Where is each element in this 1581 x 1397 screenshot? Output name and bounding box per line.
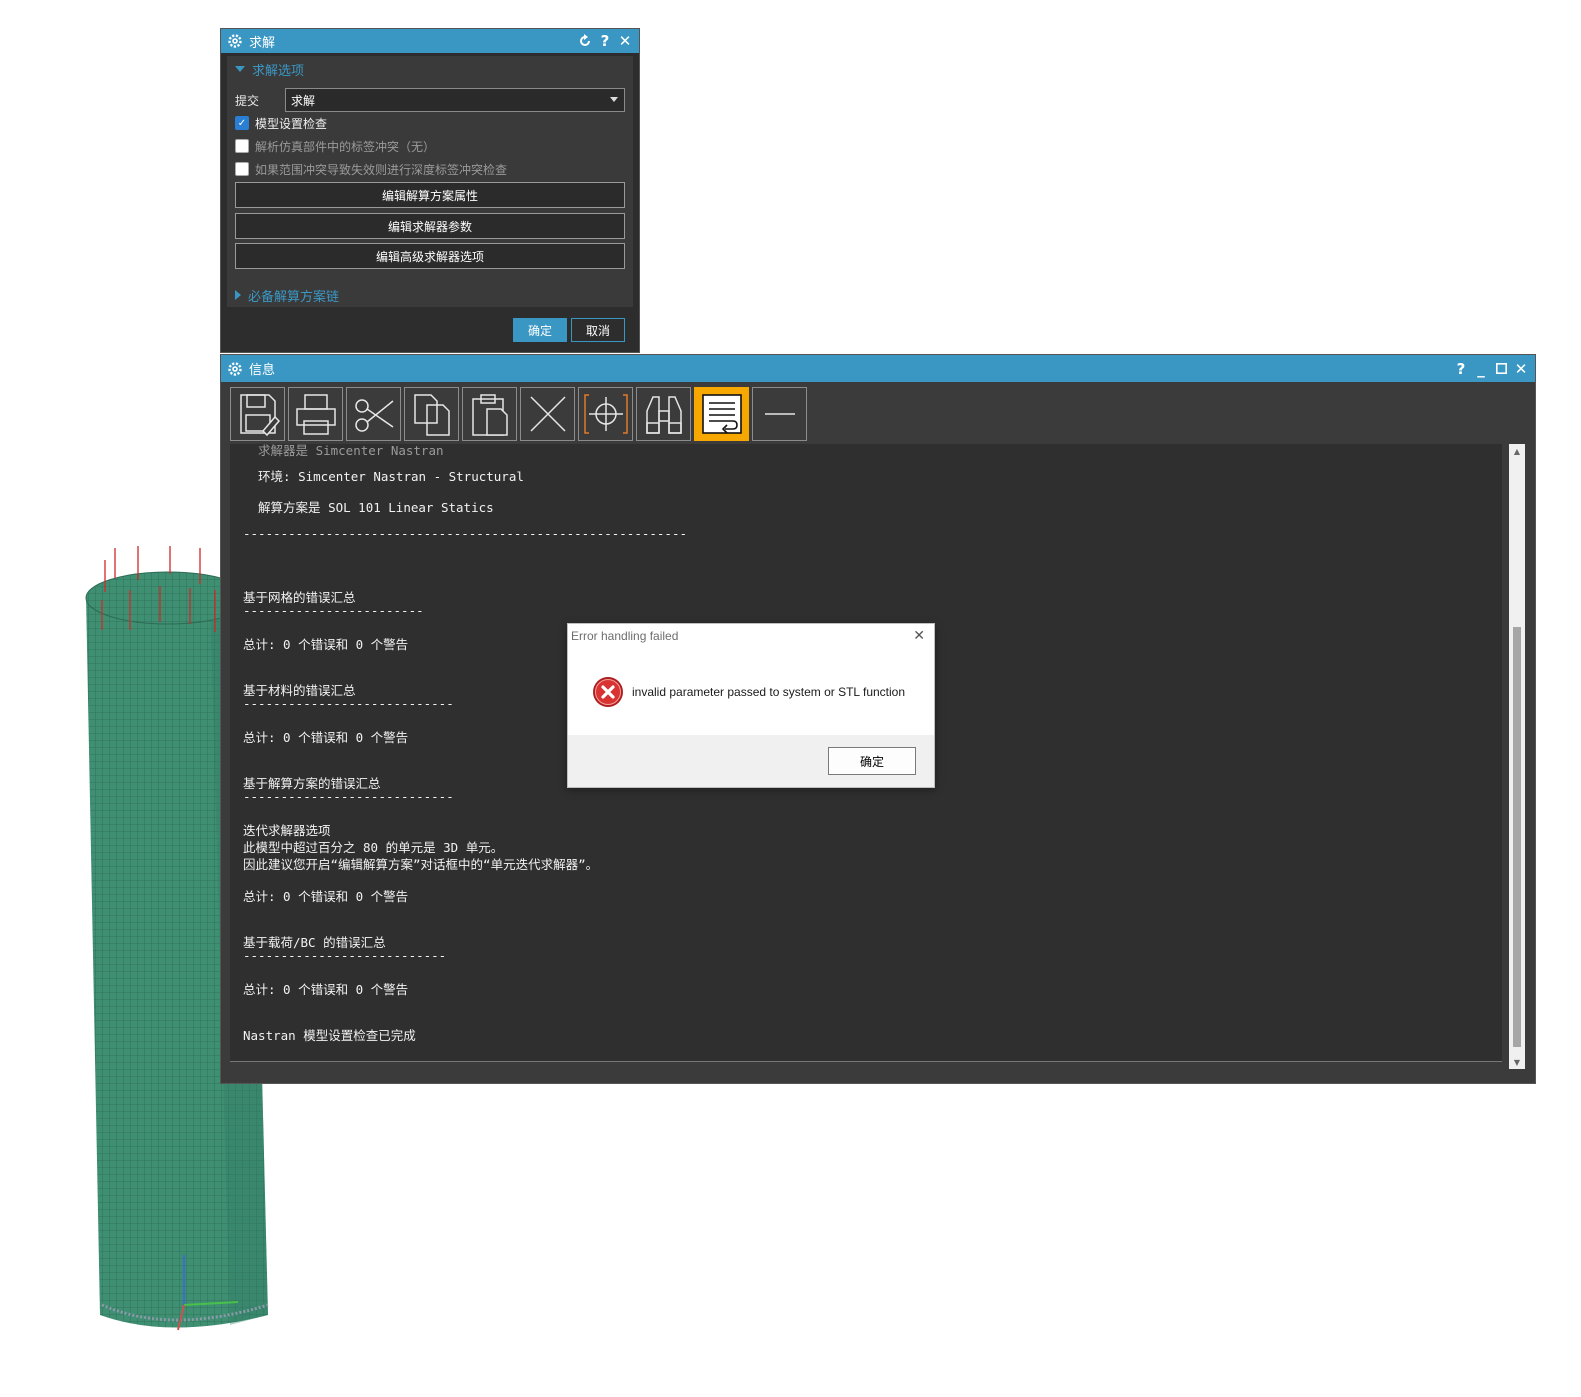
scroll-thumb[interactable]: [1513, 627, 1521, 1047]
solve-dialog-titlebar[interactable]: 求解 ? ✕: [221, 29, 639, 53]
section-header[interactable]: 求解选项: [227, 56, 633, 82]
window-title: 信息: [249, 363, 276, 378]
close-icon[interactable]: ✕: [1511, 359, 1531, 379]
error-dialog: Error handling failed ✕ invalid paramete…: [567, 623, 935, 788]
submit-select[interactable]: 求解: [285, 88, 625, 112]
info-toolbar: [230, 387, 810, 443]
dialog-title: 求解: [249, 35, 276, 51]
info-line: 环境: Simcenter Nastran - Structural: [243, 469, 524, 484]
submit-label: 提交: [235, 93, 260, 108]
info-line: ----------------------------: [243, 696, 454, 711]
submit-value: 求解: [291, 93, 316, 108]
edit-solver-parameters-button[interactable]: 编辑求解器参数: [235, 213, 625, 239]
info-line: ------------------------: [243, 603, 424, 618]
minimize-icon[interactable]: _: [1471, 359, 1491, 379]
help-icon[interactable]: ?: [1451, 359, 1471, 379]
info-line: 总计: 0 个错误和 0 个警告: [243, 730, 409, 745]
solve-dialog: 求解 ? ✕ 求解选项 提交 求解 ✓ 模型设置检查 解析仿真部件中的标签冲突（…: [220, 28, 640, 353]
gear-icon: [228, 34, 242, 48]
expand-arrow-icon: [235, 290, 241, 300]
edit-advanced-solver-options-button[interactable]: 编辑高级求解器选项: [235, 243, 625, 269]
reset-icon[interactable]: [575, 31, 595, 51]
checkbox-label: 如果范围冲突导致失效则进行深度标签冲突检查: [255, 162, 508, 177]
error-dialog-footer: 确定: [568, 735, 934, 787]
submit-row: 提交 求解: [235, 88, 625, 112]
scroll-down-icon[interactable]: ▼: [1509, 1055, 1525, 1069]
section-header[interactable]: 必备解算方案链: [227, 283, 633, 307]
section-title: 必备解算方案链: [248, 289, 340, 305]
ok-button[interactable]: 确定: [828, 747, 916, 775]
checkbox-label: 解析仿真部件中的标签冲突（无）: [255, 139, 436, 154]
vertical-scrollbar[interactable]: ▲ ▼: [1509, 444, 1525, 1069]
collapse-arrow-icon: [235, 66, 245, 72]
info-line: ----------------------------: [243, 789, 454, 804]
deep-label-check-checkbox[interactable]: 如果范围冲突导致失效则进行深度标签冲突检查: [235, 159, 507, 179]
info-line: 总计: 0 个错误和 0 个警告: [243, 637, 409, 652]
chevron-down-icon: [610, 97, 618, 102]
clear-icon[interactable]: [520, 387, 575, 441]
info-line: Nastran 模型设置检查已完成: [243, 1028, 416, 1043]
error-message: invalid parameter passed to system or ST…: [632, 685, 906, 699]
close-icon[interactable]: ✕: [913, 627, 925, 644]
info-line: 总计: 0 个错误和 0 个警告: [243, 982, 409, 997]
clipped-line: 求解器是 Simcenter Nastran: [243, 444, 444, 458]
save-icon[interactable]: [230, 387, 285, 441]
edit-solution-attributes-button[interactable]: 编辑解算方案属性: [235, 182, 625, 208]
maximize-icon[interactable]: [1491, 359, 1511, 379]
info-line: 解算方案是 SOL 101 Linear Statics: [243, 500, 494, 515]
copy-icon[interactable]: [404, 387, 459, 441]
ok-button[interactable]: 确定: [513, 318, 567, 342]
checkbox-checked-icon: ✓: [235, 116, 249, 130]
binoculars-icon[interactable]: [636, 387, 691, 441]
minimize-line-icon[interactable]: [752, 387, 807, 441]
resolve-label-conflicts-checkbox[interactable]: 解析仿真部件中的标签冲突（无）: [235, 136, 435, 156]
checkbox-label: 模型设置检查: [255, 116, 328, 131]
section-title: 求解选项: [252, 63, 305, 79]
info-line: ----------------------------------------…: [243, 526, 688, 541]
error-icon: [593, 677, 623, 707]
scroll-up-icon[interactable]: ▲: [1509, 444, 1525, 458]
info-window-titlebar[interactable]: 信息 ? _ ✕: [221, 355, 1535, 382]
checkbox-unchecked-icon: [235, 139, 249, 153]
target-icon[interactable]: [578, 387, 633, 441]
info-line: 总计: 0 个错误和 0 个警告: [243, 889, 409, 904]
help-icon[interactable]: ?: [595, 31, 615, 51]
word-wrap-icon[interactable]: [694, 387, 749, 441]
error-dialog-title: Error handling failed: [571, 629, 679, 643]
cancel-button[interactable]: 取消: [571, 318, 625, 342]
solve-options-section: 求解选项 提交 求解 ✓ 模型设置检查 解析仿真部件中的标签冲突（无） 如果范围…: [227, 56, 633, 304]
print-icon[interactable]: [288, 387, 343, 441]
info-line: ---------------------------: [243, 948, 447, 963]
info-line: 因此建议您开启“编辑解算方案”对话框中的“单元迭代求解器”。: [243, 857, 599, 872]
gear-icon: [228, 361, 242, 376]
cut-icon[interactable]: [346, 387, 401, 441]
paste-icon[interactable]: [462, 387, 517, 441]
checkbox-unchecked-icon: [235, 162, 249, 176]
model-setup-check-checkbox[interactable]: ✓ 模型设置检查: [235, 113, 327, 133]
prerequisite-solution-chain-section[interactable]: 必备解算方案链: [227, 283, 633, 307]
close-icon[interactable]: ✕: [615, 31, 635, 51]
